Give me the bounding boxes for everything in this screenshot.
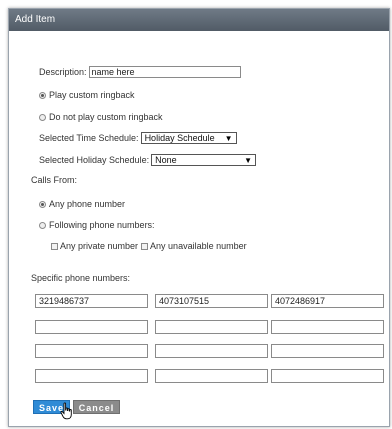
holiday-schedule-row: Selected Holiday Schedule: None ▼ — [39, 154, 257, 166]
specific-numbers-label: Specific phone numbers: — [31, 273, 131, 283]
following-numbers-radio[interactable] — [39, 221, 46, 229]
private-unavailable-row: Any private number Any unavailable numbe… — [51, 241, 247, 251]
play-ringback-radio[interactable] — [39, 91, 46, 99]
time-schedule-label: Selected Time Schedule: — [39, 133, 139, 143]
cancel-button[interactable]: Cancel — [73, 400, 120, 414]
description-label: Description: — [39, 67, 87, 77]
following-numbers-option[interactable]: Following phone numbers: — [39, 220, 155, 230]
time-schedule-select[interactable]: Holiday Schedule ▼ — [140, 132, 237, 144]
phone-number-field[interactable] — [271, 344, 384, 358]
phone-number-field[interactable] — [35, 369, 148, 383]
dialog-title: Add Item — [9, 9, 389, 31]
description-input[interactable] — [88, 66, 241, 78]
holiday-schedule-value: None — [155, 155, 177, 165]
time-schedule-value: Holiday Schedule — [144, 133, 215, 143]
calls-from-label: Calls From: — [31, 175, 78, 185]
phone-number-field[interactable] — [155, 369, 268, 383]
no-ringback-label: Do not play custom ringback — [49, 112, 163, 122]
holiday-schedule-label: Selected Holiday Schedule: — [39, 155, 150, 165]
unavailable-number-label: Any unavailable number — [150, 241, 247, 251]
phone-number-field[interactable] — [35, 320, 148, 334]
any-phone-radio[interactable] — [39, 200, 46, 208]
no-ringback-option[interactable]: Do not play custom ringback — [39, 112, 163, 122]
phone-number-field[interactable]: 3219486737 — [35, 294, 148, 308]
unavailable-number-checkbox[interactable] — [141, 242, 149, 250]
following-numbers-label: Following phone numbers: — [49, 220, 155, 230]
phone-number-field[interactable] — [271, 320, 384, 334]
phone-number-field[interactable] — [155, 344, 268, 358]
play-ringback-label: Play custom ringback — [49, 90, 135, 100]
phone-number-field[interactable] — [35, 344, 148, 358]
private-number-label: Any private number — [60, 241, 139, 251]
chevron-down-icon: ▼ — [244, 155, 253, 165]
phone-number-field[interactable] — [271, 369, 384, 383]
play-ringback-option[interactable]: Play custom ringback — [39, 90, 135, 100]
time-schedule-row: Selected Time Schedule: Holiday Schedule… — [39, 132, 237, 144]
add-item-dialog: Add Item Description: Play custom ringba… — [8, 8, 390, 427]
hand-pointer-cursor-icon — [60, 402, 72, 420]
no-ringback-radio[interactable] — [39, 113, 46, 121]
any-phone-label: Any phone number — [49, 199, 126, 209]
phone-number-field[interactable]: 4072486917 — [271, 294, 384, 308]
private-number-checkbox[interactable] — [51, 242, 58, 250]
phone-number-field[interactable] — [155, 320, 268, 334]
chevron-down-icon: ▼ — [224, 133, 233, 143]
description-row: Description: — [39, 66, 241, 78]
any-phone-option[interactable]: Any phone number — [39, 199, 125, 209]
holiday-schedule-select[interactable]: None ▼ — [151, 154, 257, 166]
phone-number-field[interactable]: 4073107515 — [155, 294, 268, 308]
